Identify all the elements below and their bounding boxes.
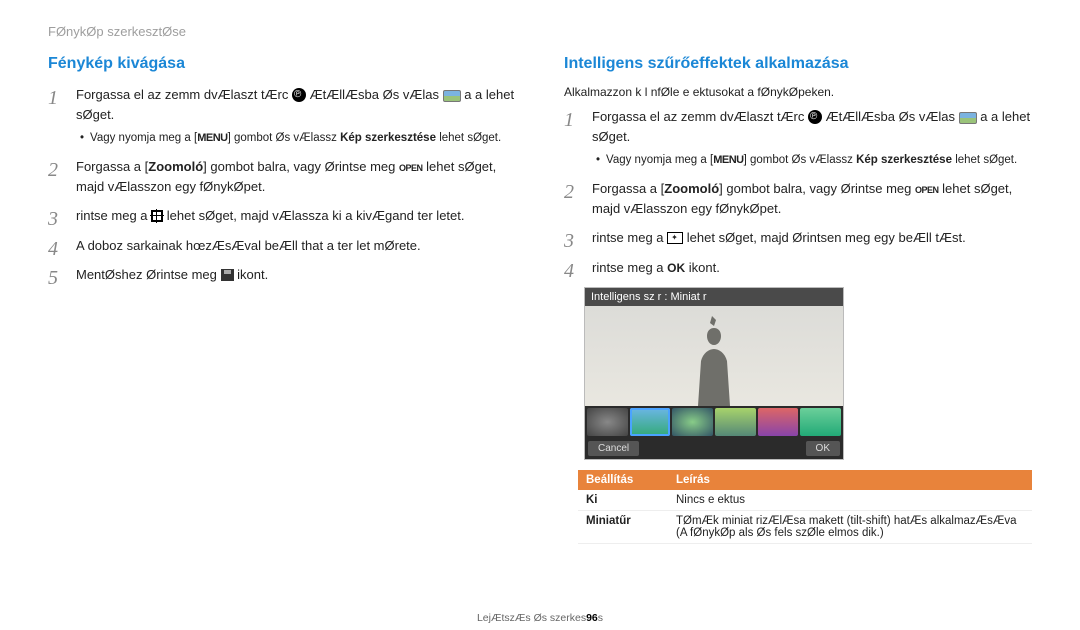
left-column: Fénykép kivágása Forgassa el az zemm dvÆ… <box>48 55 516 544</box>
table-row: Ki Nincs e ektus <box>578 490 1032 511</box>
save-icon <box>221 269 234 281</box>
section-title-filters: Intelligens szűrőeffektek alkalmazása <box>564 55 1032 73</box>
left-step-2: Forgassa a [Zoomoló] gombot balra, vagy … <box>48 157 516 196</box>
right-column: Intelligens szűrőeffektek alkalmazása Al… <box>564 55 1032 544</box>
photo-icon <box>443 90 461 102</box>
left-step-4: A doboz sarkainak hœzÆsÆval beÆll that a… <box>48 236 516 256</box>
left-step-3: rintse meg a lehet sØget, majd vÆlassza … <box>48 206 516 226</box>
menu-icon: MENU <box>197 132 227 144</box>
filter-thumb[interactable] <box>800 408 841 436</box>
thumbnail-strip <box>585 406 843 438</box>
right-step-1: Forgassa el az zemm dvÆlaszt tÆrc ÆtÆllÆ… <box>564 107 1032 169</box>
left-step-5: MentØshez Ørintse meg ikont. <box>48 265 516 285</box>
page-footer: LejÆtszÆs Øs szerkes96s <box>0 612 1080 624</box>
filter-preview: Intelligens sz r : Miniat r Cancel OK <box>584 287 844 460</box>
filter-thumb-selected[interactable] <box>630 408 671 436</box>
ok-icon: OK <box>667 261 685 275</box>
preview-image <box>585 306 843 406</box>
filter-thumb[interactable] <box>587 408 628 436</box>
filter-icon <box>667 232 683 244</box>
filter-thumb[interactable] <box>715 408 756 436</box>
ok-button[interactable]: OK <box>806 441 840 456</box>
right-step-1-sub: Vagy nyomja meg a [MENU] gombot Øs vÆlas… <box>596 152 1032 169</box>
breadcrumb: FØnykØp szerkesztØse <box>48 24 1032 39</box>
options-table: Beállítás Leírás Ki Nincs e ektus Miniat… <box>578 470 1032 544</box>
left-step-1: Forgassa el az zemm dvÆlaszt tÆrc ÆtÆllÆ… <box>48 85 516 147</box>
crop-icon <box>151 210 163 222</box>
page-number: 96 <box>586 612 598 624</box>
right-step-2: Forgassa a [Zoomoló] gombot balra, vagy … <box>564 179 1032 218</box>
intro-text: Alkalmazzon k l nfØle e ektusokat a fØny… <box>564 85 1032 99</box>
open-icon: OPEN <box>915 185 939 195</box>
photo-icon <box>959 112 977 124</box>
cancel-button[interactable]: Cancel <box>588 441 639 456</box>
open-icon: OPEN <box>399 163 423 173</box>
menu-icon: MENU <box>713 154 743 166</box>
person-silhouette-icon <box>684 316 744 406</box>
filter-thumb[interactable] <box>758 408 799 436</box>
filter-thumb[interactable] <box>672 408 713 436</box>
right-step-3: rintse meg a lehet sØget, majd Ørintsen … <box>564 228 1032 248</box>
mode-dial-icon <box>808 110 822 124</box>
left-step-1-sub: Vagy nyomja meg a [MENU] gombot Øs vÆlas… <box>80 130 516 147</box>
table-row: Miniatűr TØmÆk miniat rizÆlÆsa makett (t… <box>578 511 1032 544</box>
mode-dial-icon <box>292 88 306 102</box>
table-header-desc: Leírás <box>668 470 1032 490</box>
preview-title: Intelligens sz r : Miniat r <box>585 288 843 306</box>
right-step-4: rintse meg a OK ikont. <box>564 258 1032 278</box>
table-header-setting: Beállítás <box>578 470 668 490</box>
section-title-crop: Fénykép kivágása <box>48 55 516 73</box>
